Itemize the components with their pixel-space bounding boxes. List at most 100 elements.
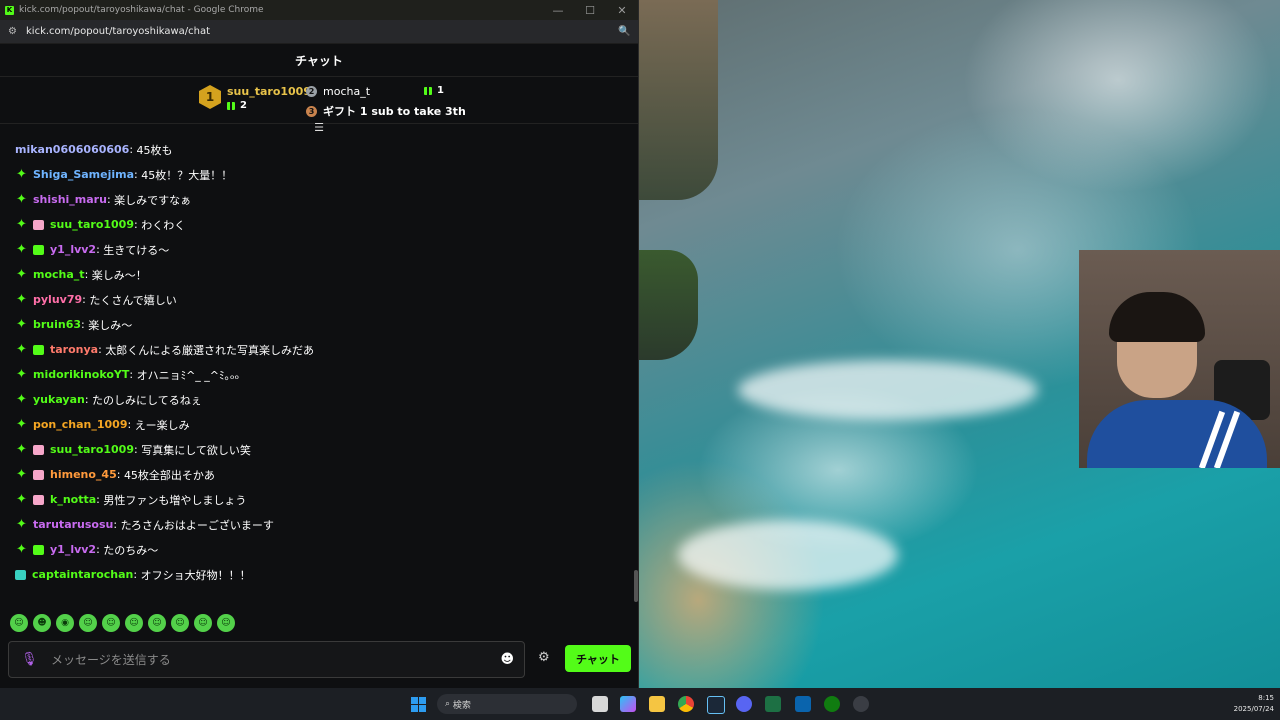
chat-username[interactable]: mocha_t — [33, 268, 85, 281]
gift-badge-icon[interactable] — [33, 544, 44, 555]
subscriber-star-icon[interactable]: ✦ — [15, 217, 28, 232]
chat-separator: : — [98, 343, 106, 356]
app-icon[interactable] — [853, 696, 869, 712]
emote-icon[interactable]: ☺ — [10, 614, 28, 632]
chat-username[interactable]: yukayan — [33, 393, 85, 406]
subscriber-star-icon[interactable]: ✦ — [15, 367, 28, 382]
chat-username[interactable]: k_notta — [50, 493, 96, 506]
sub-badge-icon[interactable] — [15, 569, 26, 580]
emote-icon[interactable]: ☺ — [125, 614, 143, 632]
chat-username[interactable]: y1_lvv2 — [50, 543, 96, 556]
chat-settings-icon[interactable]: ⚙ — [538, 650, 550, 665]
gifter-badge-icon[interactable] — [33, 469, 44, 480]
subscriber-star-icon[interactable]: ✦ — [15, 267, 28, 282]
chat-username[interactable]: mikan0606060606 — [15, 143, 129, 156]
taskbar-search[interactable]: ⌕ 検索 — [437, 694, 577, 714]
minimize-button[interactable]: — — [542, 4, 574, 17]
leaderboard-third[interactable]: 3 ギフト 1 sub to take 3th — [306, 103, 466, 119]
chrome-icon[interactable] — [678, 696, 694, 712]
chat-separator: : — [134, 168, 142, 181]
chat-username[interactable]: bruin63 — [33, 318, 81, 331]
subscriber-star-icon[interactable]: ✦ — [15, 467, 28, 482]
subscriber-star-icon[interactable]: ✦ — [15, 317, 28, 332]
expand-leaderboard-icon[interactable]: ☰ — [313, 122, 325, 133]
chat-message: ✦ midorikinokoYT: オハニョﾐ^_ _^ﾐ｡ₒₒ — [0, 362, 634, 387]
subscriber-star-icon[interactable]: ✦ — [15, 242, 28, 257]
maximize-button[interactable]: ☐ — [574, 4, 606, 17]
taskbar-clock[interactable]: 8:15 2025/07/24 — [1222, 693, 1274, 715]
wallpaper-cliff — [638, 0, 718, 200]
emote-icon[interactable]: ☺ — [217, 614, 235, 632]
chat-scrollbar[interactable] — [634, 570, 638, 602]
subscriber-star-icon[interactable]: ✦ — [15, 392, 28, 407]
subscriber-star-icon[interactable]: ✦ — [15, 542, 28, 557]
chat-message-text: たろさんおはよーございまーす — [120, 518, 274, 532]
chat-username[interactable]: midorikinokoYT — [33, 368, 129, 381]
chat-username[interactable]: suu_taro1009 — [50, 218, 134, 231]
chat-composer[interactable]: 🎙 メッセージを送信する ☻ — [8, 641, 525, 678]
leaderboard-second-count-row: 1 — [424, 85, 444, 96]
subscriber-star-icon[interactable]: ✦ — [15, 442, 28, 457]
subscriber-star-icon[interactable]: ✦ — [15, 342, 28, 357]
chat-separator: : — [133, 568, 141, 581]
emote-icon[interactable]: ☺ — [79, 614, 97, 632]
microphone-icon[interactable]: 🎙 — [21, 652, 39, 667]
chat-username[interactable]: y1_lvv2 — [50, 243, 96, 256]
subscriber-star-icon[interactable]: ✦ — [15, 417, 28, 432]
emote-icon[interactable]: ☺ — [194, 614, 212, 632]
chat-username[interactable]: suu_taro1009 — [50, 443, 134, 456]
copilot-icon[interactable] — [620, 696, 636, 712]
xbox-icon[interactable] — [824, 696, 840, 712]
subscriber-star-icon[interactable]: ✦ — [15, 492, 28, 507]
leaderboard-second[interactable]: 2 mocha_t 1 — [306, 85, 444, 98]
outlook-icon[interactable] — [795, 696, 811, 712]
site-info-icon[interactable]: ⚙ — [8, 26, 20, 37]
subscriber-star-icon[interactable]: ✦ — [15, 192, 28, 207]
chat-username[interactable]: pon_chan_1009 — [33, 418, 127, 431]
excel-icon[interactable] — [765, 696, 781, 712]
close-button[interactable]: ✕ — [606, 4, 638, 17]
url-text[interactable]: kick.com/popout/taroyoshikawa/chat — [26, 26, 618, 37]
chat-separator: : — [134, 443, 142, 456]
discord-icon[interactable] — [736, 696, 752, 712]
subscriber-star-icon[interactable]: ✦ — [15, 167, 28, 182]
chat-username[interactable]: pyluv79 — [33, 293, 82, 306]
emoji-picker-icon[interactable]: ☻ — [500, 652, 514, 667]
steam-icon[interactable] — [707, 696, 725, 714]
file-explorer-icon[interactable] — [649, 696, 665, 712]
zoom-icon[interactable]: 🔍 — [618, 26, 638, 37]
wallpaper-foam — [738, 360, 1038, 420]
chat-message-list[interactable]: mikan0606060606: 45枚も ✦ Shiga_Samejima: 45… — [0, 137, 634, 605]
chat-message: ✦ suu_taro1009: 写真集にして欲しい笑 — [0, 437, 634, 462]
kick-favicon-icon: K — [5, 5, 14, 15]
send-chat-button[interactable]: チャット — [565, 645, 631, 672]
address-bar[interactable]: ⚙ kick.com/popout/taroyoshikawa/chat 🔍 — [0, 20, 638, 44]
chat-username[interactable]: taronya — [50, 343, 98, 356]
subscriber-star-icon[interactable]: ✦ — [15, 517, 28, 532]
emote-icon[interactable]: ☺ — [171, 614, 189, 632]
chat-input[interactable]: メッセージを送信する — [51, 651, 500, 668]
chat-username[interactable]: Shiga_Samejima — [33, 168, 134, 181]
chat-username[interactable]: shishi_maru — [33, 193, 107, 206]
gifter-badge-icon[interactable] — [33, 444, 44, 455]
windows-start-icon[interactable] — [411, 697, 426, 712]
emote-icon[interactable]: ☺ — [148, 614, 166, 632]
chat-username[interactable]: tarutarusosu — [33, 518, 113, 531]
gift-icon — [227, 101, 235, 110]
gifter-badge-icon[interactable] — [33, 219, 44, 230]
gift-badge-icon[interactable] — [33, 344, 44, 355]
gift-badge-icon[interactable] — [33, 244, 44, 255]
emote-icon[interactable]: ☺ — [102, 614, 120, 632]
chat-username[interactable]: captaintarochan — [32, 568, 133, 581]
subscriber-star-icon[interactable]: ✦ — [15, 292, 28, 307]
task-view-icon[interactable] — [592, 696, 608, 712]
chat-username[interactable]: himeno_45 — [50, 468, 117, 481]
chat-message: ✦ pon_chan_1009: えー楽しみ — [0, 412, 634, 437]
window-title: kick.com/popout/taroyoshikawa/chat - Goo… — [19, 5, 264, 15]
leaderboard-first[interactable]: 1 suu_taro1009 2 — [199, 85, 311, 111]
emote-icon[interactable]: ◉ — [56, 614, 74, 632]
emote-icon[interactable]: ☻ — [33, 614, 51, 632]
chat-message-text: 45枚も — [136, 143, 173, 157]
chat-message: ✦ taronya: 太郎くんによる厳選された写真楽しみだあ — [0, 337, 634, 362]
gifter-badge-icon[interactable] — [33, 494, 44, 505]
